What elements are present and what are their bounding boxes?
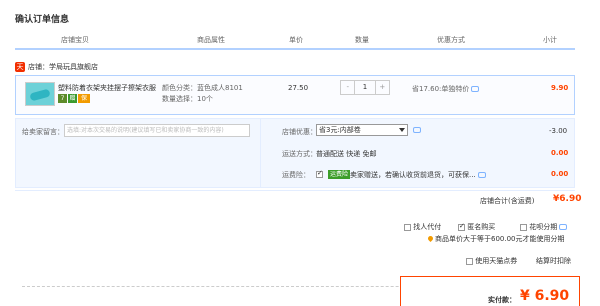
insurance-text: 卖家赠送，若确认收货前退货，可获保... xyxy=(350,170,486,180)
insurance-amount: 0.00 xyxy=(551,170,569,178)
item-promo-text: 省17.60:单独特价 xyxy=(412,85,470,93)
huabei-info-icon[interactable] xyxy=(559,224,568,230)
guarantee-icon: 保 xyxy=(78,94,90,103)
huabei-label: 花呗分期 xyxy=(529,223,558,231)
anonymous-option[interactable]: 匿名购买 xyxy=(458,222,495,232)
anonymous-label: 匿名购买 xyxy=(467,223,496,231)
item-thumbnail[interactable] xyxy=(25,82,55,106)
store-total-label: 店铺合计(含运费) xyxy=(480,197,535,205)
gift-icon: 赠 xyxy=(68,94,77,103)
insurance-text-label: 卖家赠送，若确认收货前退货，可获保... xyxy=(350,171,476,179)
payment-label: 实付款： xyxy=(488,296,516,304)
shop-discount-select[interactable]: 省3元:内部卷 xyxy=(316,124,408,136)
item-unit-price: 27.50 xyxy=(288,84,309,92)
tmall-points-label: 使用天猫点券 xyxy=(475,257,518,265)
item-badges: 7 赠 保 xyxy=(58,94,90,103)
checkbox-icon xyxy=(466,257,473,265)
page-title: 确认订单信息 xyxy=(15,15,70,25)
tmall-settle-note: 结算时扣除 xyxy=(536,257,571,265)
item-attr-quantity: 数量选择：10个 xyxy=(162,95,213,103)
item-attr-color: 颜色分类：蓝色成人8101 xyxy=(162,84,243,92)
order-item-row xyxy=(15,75,575,115)
qty-input[interactable]: 1 xyxy=(354,81,376,94)
item-title-link[interactable]: 塑料防着衣架夹挂摆子擦架衣服 xyxy=(58,83,158,93)
chevron-down-icon xyxy=(399,128,405,132)
shop-discount-label: 店铺优惠： xyxy=(282,128,317,136)
discount-info-icon[interactable] xyxy=(413,127,421,133)
options-divider xyxy=(260,118,261,188)
tmall-points-option[interactable]: 使用天猫点券 xyxy=(466,256,517,266)
col-header-items: 店铺宝贝 xyxy=(61,36,89,44)
shop-discount-selected: 省3元:内部卷 xyxy=(319,126,361,134)
shipping-label: 运送方式： xyxy=(282,150,317,158)
checkbox-icon xyxy=(404,223,411,231)
qty-increment-button[interactable]: + xyxy=(376,81,389,94)
insurance-badge-label: 运费险 xyxy=(328,170,351,179)
checkbox-checked-icon xyxy=(458,222,465,231)
tmall-store-icon: 天 xyxy=(15,62,25,72)
seven-day-return-icon: 7 xyxy=(58,94,67,103)
message-label: 给卖家留言： xyxy=(22,128,64,136)
qty-decrement-button[interactable]: - xyxy=(341,81,354,94)
store-row: 天 店铺：学局玩具旗舰店 xyxy=(15,60,98,74)
item-subtotal: 9.90 xyxy=(551,84,569,92)
col-header-price: 单价 xyxy=(289,36,303,44)
store-name-link[interactable]: 店铺：学局玩具旗舰店 xyxy=(28,62,98,72)
shipping-amount: 0.00 xyxy=(551,149,569,157)
order-table-header: 店铺宝贝 商品属性 单价 数量 优惠方式 小计 xyxy=(15,28,575,50)
proxy-pay-label: 找人代付 xyxy=(413,223,442,231)
col-header-promo: 优惠方式 xyxy=(437,36,465,44)
shop-discount-amount: -3.00 xyxy=(549,127,568,135)
location-pin-icon xyxy=(426,234,435,243)
promo-info-icon[interactable] xyxy=(471,86,480,92)
seller-message-input[interactable]: 选填:对本次交易的说明(建议填写已和卖家协商一致的内容) xyxy=(64,124,250,137)
payment-value: ¥ 6.90 xyxy=(520,288,570,304)
huabei-note-text: 商品单价大于等于600.00元才能使用分期 xyxy=(435,235,565,243)
col-header-attrs: 商品属性 xyxy=(197,36,225,44)
proxy-pay-option[interactable]: 找人代付 xyxy=(404,222,441,232)
col-header-subtotal: 小计 xyxy=(543,36,557,44)
shipping-method: 普通配送 快递 免邮 xyxy=(316,150,377,158)
huabei-option[interactable]: 花呗分期 xyxy=(520,222,568,232)
insurance-label: 运费险： xyxy=(282,171,310,179)
divider xyxy=(15,190,575,191)
huabei-note: 商品单价大于等于600.00元才能使用分期 xyxy=(426,234,565,244)
col-header-qty: 数量 xyxy=(355,36,369,44)
item-promo: 省17.60:单独特价 xyxy=(412,84,480,94)
insurance-checkbox[interactable] xyxy=(316,169,323,178)
insurance-badge: 运费险 xyxy=(328,170,351,179)
store-total-value: ¥6.90 xyxy=(553,194,582,204)
checkbox-icon xyxy=(520,223,527,231)
quantity-stepper: - 1 + xyxy=(340,80,390,95)
insurance-info-icon[interactable] xyxy=(477,172,486,178)
checkbox-checked-icon xyxy=(316,169,323,178)
